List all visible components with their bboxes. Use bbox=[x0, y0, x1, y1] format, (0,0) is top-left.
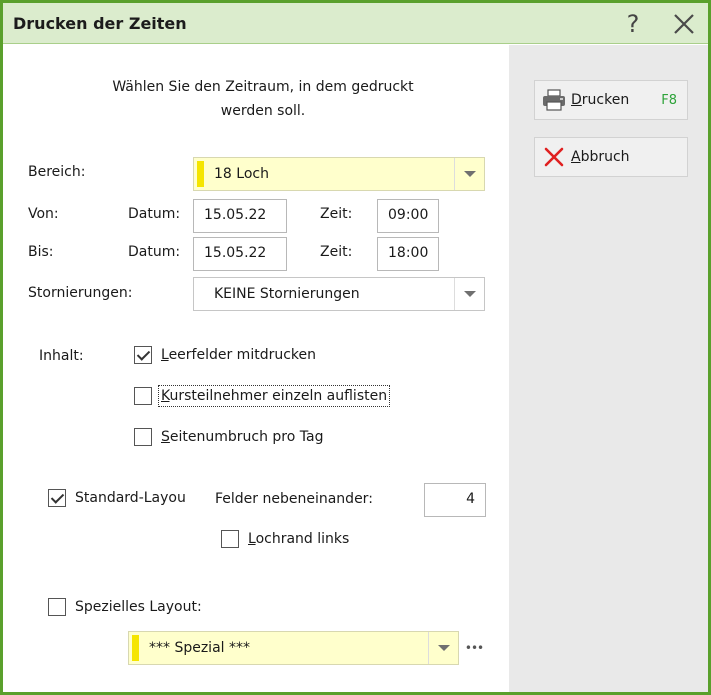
chevron-down-icon[interactable] bbox=[428, 632, 458, 664]
required-marker bbox=[132, 635, 139, 661]
bis-zeit-label: Zeit: bbox=[320, 244, 353, 260]
title-bar: Drucken der Zeiten ? bbox=[3, 3, 708, 44]
dialog-content: Wählen Sie den Zeitraum, in dem gedruckt… bbox=[3, 45, 708, 692]
leerfelder-checkbox[interactable]: Leerfelder mitdrucken bbox=[134, 346, 316, 364]
print-button[interactable]: Drucken F8 bbox=[534, 80, 688, 120]
stornierungen-value: KEINE Stornierungen bbox=[214, 286, 360, 302]
bereich-value: 18 Loch bbox=[214, 166, 269, 182]
spezial-layout-select[interactable]: *** Spezial *** bbox=[128, 631, 459, 665]
chevron-down-icon[interactable] bbox=[454, 278, 484, 310]
felder-nebeneinander-input[interactable]: 4 bbox=[424, 483, 486, 517]
checkbox-unchecked-icon[interactable] bbox=[134, 387, 152, 405]
bis-datum-label: Datum: bbox=[128, 244, 181, 260]
von-datum-input[interactable]: 15.05.22 bbox=[193, 199, 287, 233]
bereich-select[interactable]: 18 Loch bbox=[193, 157, 485, 191]
form-panel: Wählen Sie den Zeitraum, in dem gedruckt… bbox=[3, 45, 509, 692]
intro-text: Wählen Sie den Zeitraum, in dem gedruckt… bbox=[63, 75, 463, 123]
more-options-icon[interactable]: ••• bbox=[461, 635, 487, 661]
kursteilnehmer-checkbox[interactable]: Kursteilnehmer einzeln auflisten bbox=[134, 385, 391, 407]
checkbox-unchecked-icon[interactable] bbox=[221, 530, 239, 548]
required-marker bbox=[197, 161, 204, 187]
checkbox-checked-icon[interactable] bbox=[134, 346, 152, 364]
bis-label: Bis: bbox=[28, 244, 54, 260]
standard-layout-label: Standard-Layou bbox=[75, 490, 186, 506]
checkbox-unchecked-icon[interactable] bbox=[48, 598, 66, 616]
von-datum-label: Datum: bbox=[128, 206, 181, 222]
von-zeit-label: Zeit: bbox=[320, 206, 353, 222]
action-panel: Drucken F8 Abbruch bbox=[509, 45, 708, 692]
felder-nebeneinander-label: Felder nebeneinander: bbox=[215, 491, 373, 507]
spezial-layout-value: *** Spezial *** bbox=[149, 640, 250, 656]
spezielles-layout-label: Spezielles Layout: bbox=[75, 599, 202, 615]
intro-line-2: werden soll. bbox=[220, 103, 306, 119]
checkbox-unchecked-icon[interactable] bbox=[134, 428, 152, 446]
seitenumbruch-label: Seitenumbruch pro Tag bbox=[161, 429, 324, 445]
inhalt-label: Inhalt: bbox=[39, 348, 84, 364]
stornierungen-label: Stornierungen: bbox=[28, 285, 133, 301]
close-icon[interactable] bbox=[666, 7, 702, 41]
cancel-button[interactable]: Abbruch bbox=[534, 137, 688, 177]
spezielles-layout-checkbox[interactable]: Spezielles Layout: bbox=[48, 598, 202, 616]
checkbox-checked-icon[interactable] bbox=[48, 489, 66, 507]
bis-zeit-input[interactable]: 18:00 bbox=[377, 237, 439, 271]
leerfelder-label: Leerfelder mitdrucken bbox=[161, 347, 317, 363]
print-button-label: Drucken bbox=[571, 92, 630, 108]
cancel-button-label: Abbruch bbox=[571, 149, 630, 165]
lochrand-checkbox[interactable]: Lochrand links bbox=[221, 530, 349, 548]
stornierungen-select[interactable]: KEINE Stornierungen bbox=[193, 277, 485, 311]
chevron-down-icon[interactable] bbox=[454, 158, 484, 190]
bereich-label: Bereich: bbox=[28, 164, 86, 180]
printer-icon bbox=[541, 87, 567, 113]
von-zeit-input[interactable]: 09:00 bbox=[377, 199, 439, 233]
seitenumbruch-checkbox[interactable]: Seitenumbruch pro Tag bbox=[134, 428, 323, 446]
von-label: Von: bbox=[28, 206, 59, 222]
standard-layout-checkbox[interactable]: Standard-Layou bbox=[48, 489, 196, 507]
print-times-dialog: Drucken der Zeiten ? Wählen Sie den Zeit… bbox=[0, 0, 711, 695]
kursteilnehmer-label: Kursteilnehmer einzeln auflisten bbox=[157, 385, 391, 407]
dialog-title: Drucken der Zeiten bbox=[13, 14, 187, 33]
intro-line-1: Wählen Sie den Zeitraum, in dem gedruckt bbox=[112, 79, 414, 95]
lochrand-label: Lochrand links bbox=[248, 531, 350, 547]
print-shortcut-key: F8 bbox=[661, 92, 677, 108]
help-icon[interactable]: ? bbox=[615, 7, 651, 41]
cancel-x-icon bbox=[541, 144, 567, 170]
bis-datum-input[interactable]: 15.05.22 bbox=[193, 237, 287, 271]
